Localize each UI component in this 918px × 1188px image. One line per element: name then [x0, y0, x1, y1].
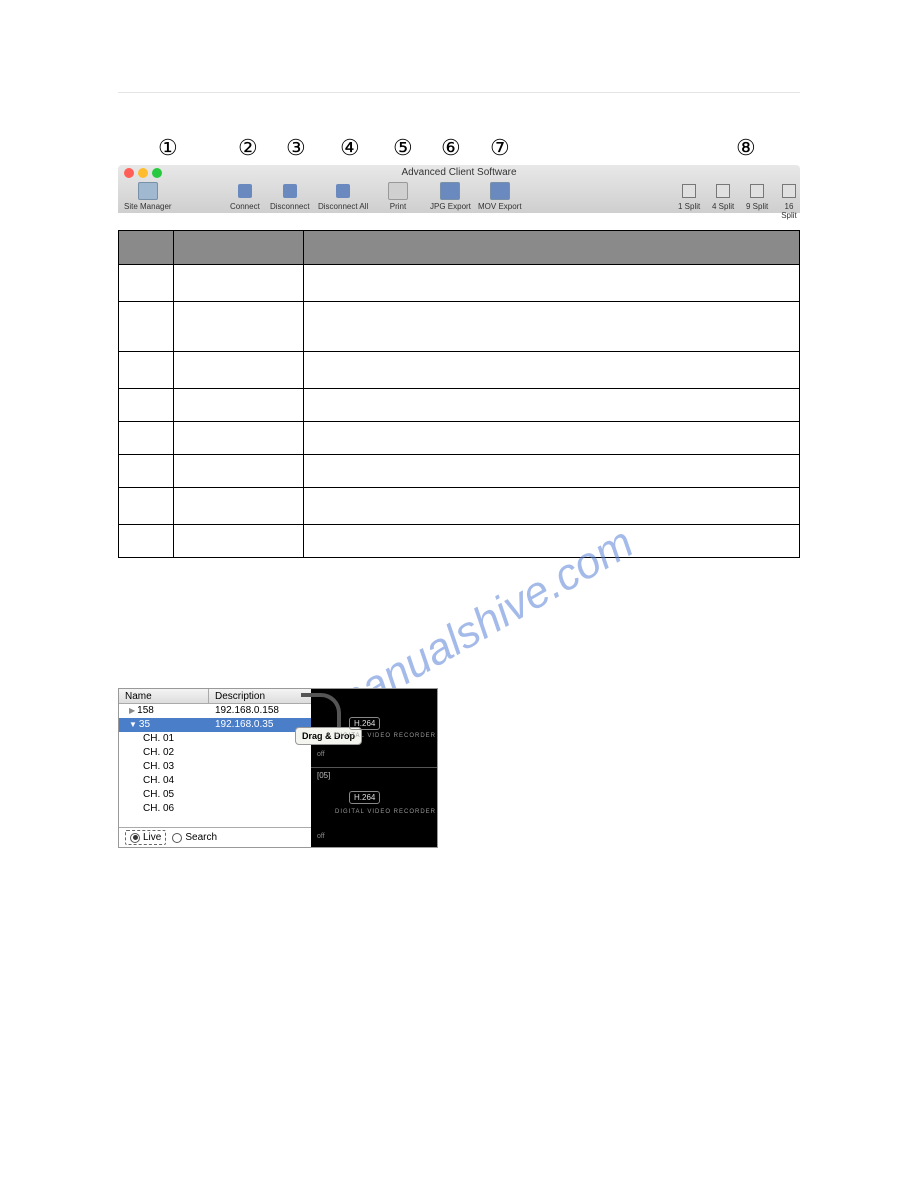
page-divider: [118, 92, 800, 93]
mode-radio-row: Live Search: [119, 827, 311, 847]
channel-row[interactable]: CH. 06: [119, 802, 311, 816]
split-16-icon: [782, 184, 796, 198]
site-row-desc: 192.168.0.158: [209, 704, 311, 718]
toolbar: Advanced Client Software Site Manager Co…: [118, 165, 800, 213]
table-row: [119, 301, 799, 351]
site-list-left: Name Description 158 192.168.0.158 35 19…: [119, 689, 311, 847]
mov-export-icon: [490, 182, 510, 200]
connect-icon: [238, 184, 252, 198]
split-9-icon: [750, 184, 764, 198]
disconnect-all-label: Disconnect All: [318, 202, 368, 211]
site-list-panel: Name Description 158 192.168.0.158 35 19…: [118, 688, 438, 848]
callout-4: ④: [340, 135, 360, 161]
disconnect-all-icon: [336, 184, 350, 198]
site-list-header: Name Description: [119, 689, 311, 704]
split-1-label: 1 Split: [678, 202, 700, 211]
channel-row[interactable]: CH. 04: [119, 774, 311, 788]
channel-row[interactable]: CH. 01: [119, 732, 311, 746]
split-9-label: 9 Split: [746, 202, 768, 211]
split-4-icon: [716, 184, 730, 198]
jpg-export-icon: [440, 182, 460, 200]
site-row-name: 158: [119, 704, 209, 718]
callout-row: ① ② ③ ④ ⑤ ⑥ ⑦ ⑧: [118, 135, 800, 165]
codec-badge: H.264: [349, 791, 380, 804]
connect-label: Connect: [230, 202, 260, 211]
channel-row[interactable]: CH. 03: [119, 760, 311, 774]
split-4-label: 4 Split: [712, 202, 734, 211]
disconnect-label: Disconnect: [270, 202, 310, 211]
table-row: [119, 264, 799, 301]
radio-dot-icon: [172, 833, 182, 843]
channel-row[interactable]: CH. 05: [119, 788, 311, 802]
reference-table: [118, 230, 800, 558]
table-row: [119, 421, 799, 454]
connect-button[interactable]: Connect: [230, 182, 260, 211]
recorder-label: DIGITAL VIDEO RECORDER: [335, 733, 436, 739]
col-name: Name: [119, 689, 209, 703]
disconnect-icon: [283, 184, 297, 198]
jpg-export-button[interactable]: JPG Export: [430, 182, 471, 211]
live-label: Live: [143, 832, 161, 843]
site-row-name: 35: [119, 718, 209, 732]
col-description: Description: [209, 689, 311, 703]
print-label: Print: [388, 202, 408, 211]
table-row: [119, 487, 799, 524]
preview-pane[interactable]: Drag & Drop H.264 DIGITAL VIDEO RECORDER…: [311, 689, 437, 847]
drag-arrow-icon: [301, 693, 341, 727]
mov-export-button[interactable]: MOV Export: [478, 182, 522, 211]
print-button[interactable]: Print: [388, 182, 408, 211]
site-manager-label: Site Manager: [124, 202, 172, 211]
search-radio[interactable]: Search: [172, 832, 217, 843]
window-title: Advanced Client Software: [118, 167, 800, 178]
site-row[interactable]: 158 192.168.0.158: [119, 704, 311, 718]
split-4-button[interactable]: 4 Split: [712, 182, 734, 211]
disconnect-button[interactable]: Disconnect: [270, 182, 310, 211]
callout-2: ②: [238, 135, 258, 161]
mov-export-label: MOV Export: [478, 202, 522, 211]
callout-6: ⑥: [441, 135, 461, 161]
channel-row[interactable]: CH. 02: [119, 746, 311, 760]
callout-5: ⑤: [393, 135, 413, 161]
live-radio[interactable]: Live: [125, 830, 166, 845]
codec-badge: H.264: [349, 717, 380, 730]
callout-1: ①: [158, 135, 178, 161]
split-1-icon: [682, 184, 696, 198]
site-manager-button[interactable]: Site Manager: [124, 182, 172, 211]
split-16-button[interactable]: 16 Split: [778, 182, 800, 220]
off-label: off: [317, 751, 325, 758]
disconnect-all-button[interactable]: Disconnect All: [318, 182, 368, 211]
site-list-body: 158 192.168.0.158 35 192.168.0.35 CH. 01…: [119, 704, 311, 827]
table-header-row: [119, 231, 799, 264]
table-row: [119, 351, 799, 388]
search-label: Search: [185, 832, 217, 843]
table-row: [119, 524, 799, 557]
callout-7: ⑦: [490, 135, 510, 161]
table-row: [119, 454, 799, 487]
recorder-label: DIGITAL VIDEO RECORDER: [335, 809, 436, 815]
radio-dot-icon: [130, 833, 140, 843]
split-1-button[interactable]: 1 Split: [678, 182, 700, 211]
table-row: [119, 388, 799, 421]
site-row-selected[interactable]: 35 192.168.0.35: [119, 718, 311, 732]
callout-3: ③: [286, 135, 306, 161]
split-9-button[interactable]: 9 Split: [746, 182, 768, 211]
off-label: off: [317, 833, 325, 840]
print-icon: [388, 182, 408, 200]
split-16-label: 16 Split: [778, 202, 800, 220]
jpg-export-label: JPG Export: [430, 202, 471, 211]
callout-8: ⑧: [736, 135, 756, 161]
preview-divider: [311, 767, 437, 768]
site-manager-icon: [138, 182, 158, 200]
channel-05-label: [05]: [317, 771, 330, 780]
